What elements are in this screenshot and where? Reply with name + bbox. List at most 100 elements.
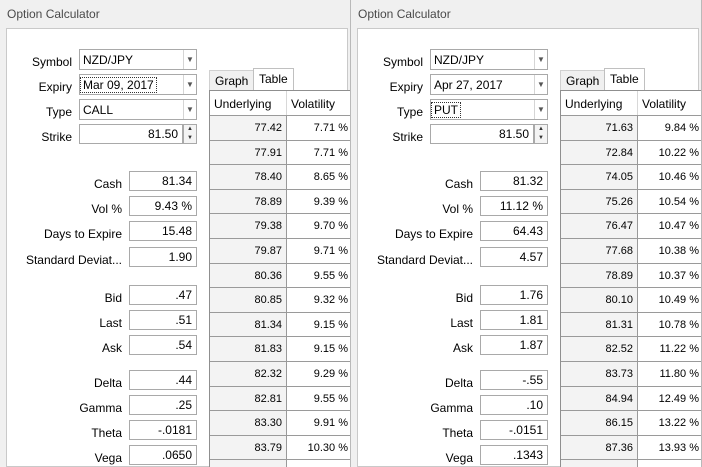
table-row[interactable]: 80.10 10.49 % xyxy=(561,287,701,312)
delta-field[interactable]: -.55 xyxy=(480,370,548,390)
table-row[interactable]: 78.40 8.65 % xyxy=(210,164,350,189)
strike-input[interactable]: 81.50 xyxy=(79,124,183,144)
chevron-down-icon[interactable]: ▼ xyxy=(534,50,547,69)
cash-field[interactable]: 81.34 xyxy=(129,171,197,191)
vol-field[interactable]: 9.43 % xyxy=(129,196,197,216)
volatility-cell[interactable]: 10.49 % xyxy=(637,288,701,312)
spin-up-icon[interactable]: ▲ xyxy=(535,125,547,134)
underlying-cell[interactable]: 84.28 xyxy=(210,460,286,467)
underlying-cell[interactable]: 80.36 xyxy=(210,263,286,288)
table-row[interactable]: 81.83 9.15 % xyxy=(210,336,350,361)
chevron-down-icon[interactable]: ▼ xyxy=(534,75,547,94)
underlying-cell[interactable]: 78.89 xyxy=(561,263,637,288)
table-row[interactable]: 75.26 10.54 % xyxy=(561,188,701,214)
underlying-cell[interactable]: 83.73 xyxy=(561,362,637,386)
underlying-cell[interactable]: 88.57 xyxy=(561,460,637,467)
ask-field[interactable]: 1.87 xyxy=(480,335,548,355)
volatility-cell[interactable]: 9.15 % xyxy=(286,312,350,337)
vega-field[interactable]: .1343 xyxy=(480,445,548,465)
underlying-cell[interactable]: 78.40 xyxy=(210,165,286,189)
underlying-cell[interactable]: 75.26 xyxy=(561,189,637,214)
underlying-cell[interactable]: 81.34 xyxy=(210,312,286,337)
volatility-cell[interactable]: 13.22 % xyxy=(637,411,701,435)
volatility-cell[interactable]: 10.22 % xyxy=(637,140,701,165)
table-row[interactable]: 86.15 13.22 % xyxy=(561,410,701,435)
volatility-cell[interactable]: 7.71 % xyxy=(286,140,350,165)
table-row[interactable]: 79.87 9.71 % xyxy=(210,238,350,263)
table-row[interactable]: 76.47 10.47 % xyxy=(561,213,701,238)
ask-field[interactable]: .54 xyxy=(129,335,197,355)
volatility-cell[interactable]: 9.15 % xyxy=(286,337,350,361)
underlying-cell[interactable]: 82.52 xyxy=(561,337,637,361)
underlying-cell[interactable]: 82.32 xyxy=(210,362,286,386)
underlying-cell[interactable]: 76.47 xyxy=(561,214,637,238)
table-row[interactable]: 82.81 9.55 % xyxy=(210,385,350,411)
table-row[interactable]: 74.05 10.46 % xyxy=(561,164,701,189)
volatility-cell[interactable]: 9.55 % xyxy=(286,263,350,288)
table-row[interactable]: 83.30 9.91 % xyxy=(210,410,350,435)
spin-down-icon[interactable]: ▼ xyxy=(184,134,196,143)
volatility-cell[interactable]: 10.67 % xyxy=(286,460,350,467)
volatility-cell[interactable]: 12.49 % xyxy=(637,386,701,411)
strike-input[interactable]: 81.50 xyxy=(430,124,534,144)
bid-field[interactable]: .47 xyxy=(129,285,197,305)
vega-field[interactable]: .0650 xyxy=(129,445,197,465)
table-row[interactable]: 87.36 13.93 % xyxy=(561,434,701,460)
underlying-cell[interactable]: 86.15 xyxy=(561,411,637,435)
table-row[interactable]: 77.68 10.38 % xyxy=(561,238,701,263)
underlying-cell[interactable]: 72.84 xyxy=(561,140,637,165)
underlying-cell[interactable]: 79.87 xyxy=(210,239,286,263)
volatility-cell[interactable]: 10.78 % xyxy=(637,312,701,337)
volatility-cell[interactable]: 9.91 % xyxy=(286,411,350,435)
table-row[interactable]: 84.94 12.49 % xyxy=(561,385,701,411)
table-row[interactable]: 79.38 9.70 % xyxy=(210,213,350,238)
chevron-down-icon[interactable]: ▼ xyxy=(183,75,196,94)
days-field[interactable]: 64.43 xyxy=(480,221,548,241)
underlying-cell[interactable]: 80.85 xyxy=(210,288,286,312)
volatility-cell[interactable]: 9.29 % xyxy=(286,362,350,386)
gamma-field[interactable]: .10 xyxy=(480,395,548,415)
spin-up-icon[interactable]: ▲ xyxy=(184,125,196,134)
volatility-cell[interactable]: 10.47 % xyxy=(637,214,701,238)
underlying-cell[interactable]: 77.42 xyxy=(210,116,286,140)
volatility-cell[interactable]: 10.46 % xyxy=(637,165,701,189)
column-header-volatility[interactable]: Volatility xyxy=(286,91,350,115)
volatility-cell[interactable]: 9.70 % xyxy=(286,214,350,238)
volatility-cell[interactable]: 9.84 % xyxy=(637,116,701,140)
underlying-cell[interactable]: 71.63 xyxy=(561,116,637,140)
symbol-select[interactable]: NZD/JPY ▼ xyxy=(79,49,197,70)
volatility-cell[interactable]: 10.38 % xyxy=(637,239,701,263)
strike-stepper[interactable]: ▲ ▼ xyxy=(183,124,197,144)
volatility-cell[interactable]: 10.37 % xyxy=(637,263,701,288)
stddev-field[interactable]: 1.90 xyxy=(129,247,197,267)
volatility-cell[interactable]: 7.71 % xyxy=(286,116,350,140)
table-row[interactable]: 82.52 11.22 % xyxy=(561,336,701,361)
table-row[interactable]: 81.34 9.15 % xyxy=(210,311,350,337)
table-row[interactable]: 84.2810.67 % xyxy=(210,459,350,467)
expiry-select[interactable]: Mar 09, 2017 ▼ xyxy=(79,74,197,95)
tab-table[interactable]: Table xyxy=(604,68,645,90)
volatility-cell[interactable]: 11.22 % xyxy=(637,337,701,361)
volatility-cell[interactable]: 11.80 % xyxy=(637,362,701,386)
volatility-cell[interactable]: 14.55 % xyxy=(637,460,701,467)
volatility-cell[interactable]: 13.93 % xyxy=(637,435,701,460)
table-row[interactable]: 82.32 9.29 % xyxy=(210,361,350,386)
chevron-down-icon[interactable]: ▼ xyxy=(534,100,547,119)
table-row[interactable]: 83.73 11.80 % xyxy=(561,361,701,386)
bid-field[interactable]: 1.76 xyxy=(480,285,548,305)
gamma-field[interactable]: .25 xyxy=(129,395,197,415)
table-row[interactable]: 88.5714.55 % xyxy=(561,459,701,467)
volatility-cell[interactable]: 9.39 % xyxy=(286,189,350,214)
underlying-cell[interactable]: 77.68 xyxy=(561,239,637,263)
underlying-cell[interactable]: 82.81 xyxy=(210,386,286,411)
tab-table[interactable]: Table xyxy=(253,68,294,90)
volatility-table[interactable]: Underlying Volatility 71.63 9.84 % 72.84 10… xyxy=(560,90,701,467)
volatility-cell[interactable]: 9.55 % xyxy=(286,386,350,411)
stddev-field[interactable]: 4.57 xyxy=(480,247,548,267)
column-header-underlying[interactable]: Underlying xyxy=(210,91,286,115)
table-row[interactable]: 71.63 9.84 % xyxy=(561,115,701,140)
table-row[interactable]: 81.31 10.78 % xyxy=(561,311,701,337)
volatility-cell[interactable]: 9.71 % xyxy=(286,239,350,263)
days-field[interactable]: 15.48 xyxy=(129,221,197,241)
column-header-underlying[interactable]: Underlying xyxy=(561,91,637,115)
